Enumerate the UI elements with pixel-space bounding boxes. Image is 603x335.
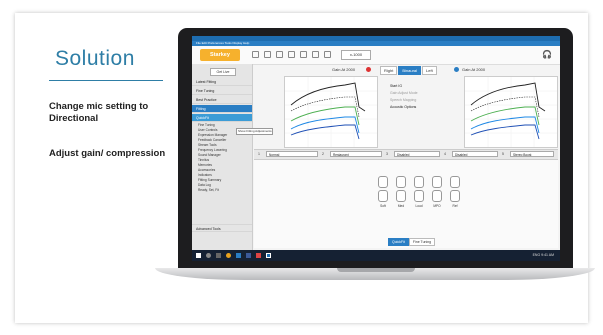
home-icon[interactable] [288,51,295,58]
ear-tabs: Right Binaural Left [380,66,438,75]
loud-gain-knob[interactable] [414,176,424,188]
knob-label-mpo: MPO [433,204,441,208]
program-number: 1 [258,152,260,156]
print-icon[interactable] [264,51,271,58]
taskview-icon[interactable] [216,253,221,258]
headset-icon[interactable]: 🎧 [542,50,552,59]
program-select-2[interactable]: Restaurant [330,151,382,157]
fitting-mode-tabs: QuickFit Fine Tuning [388,230,436,248]
tab-quickfit[interactable]: QuickFit [388,238,409,246]
med-gain-knob-2[interactable] [396,190,406,202]
right-ear-indicator [366,67,371,72]
left-gain-label: Gain At 2000 [332,67,356,72]
program-number: 2 [322,152,324,156]
knob-label-ref: Ref [452,204,458,208]
soft-gain-knob[interactable] [378,176,388,188]
left-ear-indicator [454,67,459,72]
knob-label-loud: Loud [415,204,423,208]
left-response-graph[interactable] [284,76,378,148]
tab-left[interactable]: Left [422,66,437,75]
tab-binaural[interactable]: Binaural [398,66,422,75]
program-select-1[interactable]: Normal [266,151,318,157]
nav-quickfit[interactable]: QuickFit [192,114,252,122]
knob-label-med: Med [397,204,405,208]
folder-icon[interactable] [276,51,283,58]
redo-icon[interactable] [312,51,319,58]
starkey-app-icon[interactable] [266,253,271,258]
option-gain-adjust-mode[interactable]: Gain Adjust Mode [390,90,458,97]
program-number: 5 [502,152,504,156]
nav-fitting[interactable]: Fitting [192,105,252,113]
app-icon[interactable] [246,253,251,258]
slide-title: Solution [55,47,135,70]
chrome-icon[interactable] [226,253,231,258]
zoom-select[interactable]: x-1000 [341,50,371,60]
tooltip: Show Fitting Adjustments [236,128,273,135]
left-nav-panel: Get Live Latest Fitting Fine Tuning Best… [192,64,253,250]
bullet-1: Change mic setting to Directional [49,101,149,124]
app-icon[interactable] [256,253,261,258]
option-speech-mapping[interactable]: Speech Mapping [390,97,458,104]
program-select-3[interactable]: Disabled [394,151,440,157]
right-response-graph[interactable] [464,76,558,148]
program-number: 3 [386,152,388,156]
right-gain-label: Gain At 2000 [462,67,486,72]
med-gain-knob[interactable] [396,176,406,188]
starkey-logo: Starkey [200,49,240,61]
ref-knob[interactable] [450,176,460,188]
search-icon[interactable] [206,253,211,258]
nav-advanced-tools[interactable]: Advanced Tools [192,224,252,232]
save-icon[interactable] [252,51,259,58]
undo-icon[interactable] [300,51,307,58]
program-select-5[interactable]: Stereo Boost [510,151,554,157]
option-acoustic-options[interactable]: Acoustic Options [390,104,458,111]
laptop-notch [337,268,415,272]
explorer-icon[interactable] [236,253,241,258]
nav-best-practice[interactable]: Best Practice [192,96,252,104]
mpo-knob-2[interactable] [432,190,442,202]
fitting-options: Start IG Gain Adjust Mode Speech Mapping… [390,83,458,111]
mpo-knob[interactable] [432,176,442,188]
system-tray[interactable]: ENG 9:41 AM [533,252,554,259]
nav-fine-tuning[interactable]: Fine Tuning [192,87,252,95]
knob-label-soft: Soft [380,204,386,208]
tab-right[interactable]: Right [380,66,398,75]
windows-taskbar: ENG 9:41 AM [192,250,560,261]
soft-gain-knob-2[interactable] [378,190,388,202]
start-icon[interactable] [196,253,201,258]
ref-knob-2[interactable] [450,190,460,202]
program-number: 4 [444,152,446,156]
music-icon[interactable] [324,51,331,58]
laptop-screen: File Edit Preferences Tools Display Help… [192,36,560,261]
nav-latest-fitting[interactable]: Latest Fitting [192,78,252,86]
nav-sub-ready-set-fit[interactable]: Ready, Set, Fit [198,188,250,193]
bullet-2: Adjust gain/ compression [49,148,166,159]
adjustment-controls: Soft Med Loud MPO Ref QuickFit Fine Tunin… [254,160,558,248]
toolbar: Starkey x-1000 🎧 [192,46,560,65]
get-live-button[interactable]: Get Live [210,68,236,76]
tab-fine-tuning[interactable]: Fine Tuning [408,238,436,246]
program-select-4[interactable]: Disabled [452,151,498,157]
loud-gain-knob-2[interactable] [414,190,424,202]
option-start-ig[interactable]: Start IG [390,83,458,90]
title-divider [49,80,163,81]
program-selector-row: 1 Normal 2 Restaurant 3 Disabled 4 Disab… [254,149,558,160]
